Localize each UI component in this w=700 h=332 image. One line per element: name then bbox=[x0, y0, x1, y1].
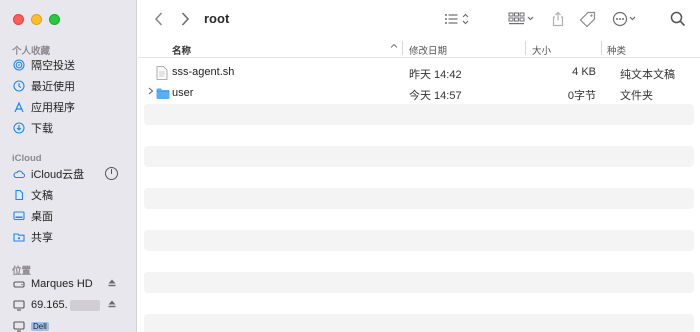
folder-title: root bbox=[204, 11, 230, 26]
sort-chevron-up-icon[interactable] bbox=[390, 42, 398, 53]
column-kind[interactable]: 种类 bbox=[607, 43, 626, 57]
sidebar-item-label: iCloud云盘 bbox=[31, 169, 85, 181]
shared-folder-icon bbox=[12, 231, 25, 244]
column-header: 名称 修改日期 大小 种类 bbox=[138, 38, 700, 58]
toolbar: root bbox=[138, 0, 700, 38]
sidebar-item-icloud-drive[interactable]: iCloud云盘 bbox=[12, 164, 130, 184]
sidebar-item-documents[interactable]: 文稿 bbox=[12, 185, 130, 205]
text-file-icon bbox=[156, 66, 168, 83]
file-list: sss-agent.sh 昨天 14:42 4 KB 纯文本文稿 user 今天… bbox=[138, 62, 700, 332]
sidebar-item-label: 最近使用 bbox=[31, 81, 75, 93]
dell-label: Dell bbox=[31, 321, 49, 331]
empty-row bbox=[138, 167, 700, 188]
forward-icon[interactable] bbox=[180, 11, 190, 27]
sidebar-item-desktop[interactable]: 桌面 bbox=[12, 206, 130, 226]
back-icon[interactable] bbox=[154, 11, 164, 27]
sidebar-item-dell[interactable]: Dell bbox=[12, 316, 130, 332]
empty-row bbox=[138, 293, 700, 314]
sidebar-item-label: 69.165. bbox=[31, 299, 68, 311]
folder-row[interactable]: user 今天 14:57 0字节 文件夹 bbox=[144, 83, 694, 104]
finder-window: 个人收藏 隔空投送 最近使用 应用程序 下载 iCloud iCloud云盘 文… bbox=[0, 0, 700, 332]
file-date: 昨天 14:42 bbox=[409, 69, 462, 81]
cloud-icon bbox=[12, 168, 25, 181]
display-icon bbox=[12, 320, 25, 332]
document-icon bbox=[12, 189, 25, 202]
group-by-icon[interactable] bbox=[508, 11, 536, 27]
file-kind: 文件夹 bbox=[620, 90, 653, 102]
sidebar: 个人收藏 隔空投送 最近使用 应用程序 下载 iCloud iCloud云盘 文… bbox=[0, 0, 137, 332]
empty-row bbox=[138, 209, 700, 230]
zoom-button[interactable] bbox=[49, 14, 60, 25]
column-size[interactable]: 大小 bbox=[532, 43, 551, 57]
window-controls bbox=[13, 14, 60, 25]
eject-icon[interactable] bbox=[108, 299, 116, 311]
network-display-icon bbox=[12, 299, 25, 312]
empty-row bbox=[138, 251, 700, 272]
sidebar-item-downloads[interactable]: 下载 bbox=[12, 118, 130, 138]
airdrop-icon bbox=[12, 59, 25, 72]
more-actions-icon[interactable] bbox=[612, 11, 640, 27]
sidebar-item-recents[interactable]: 最近使用 bbox=[12, 76, 130, 96]
icloud-sync-status-icon bbox=[105, 167, 118, 180]
sidebar-item-label: Marques HD bbox=[31, 278, 93, 290]
search-icon[interactable] bbox=[670, 11, 686, 27]
sidebar-item-label: 共享 bbox=[31, 232, 53, 244]
sidebar-item-label: 文稿 bbox=[31, 190, 53, 202]
column-divider[interactable] bbox=[601, 41, 602, 55]
file-size: 4 KB bbox=[572, 66, 596, 78]
file-size: 0字节 bbox=[567, 90, 596, 102]
redacted-text bbox=[69, 299, 100, 311]
main-content: root 名称 修改日期 大小 种类 sss-agent.sh 昨天 14:42… bbox=[138, 0, 700, 332]
empty-row bbox=[144, 104, 694, 125]
applications-icon bbox=[12, 101, 25, 114]
minimize-button[interactable] bbox=[31, 14, 42, 25]
folder-icon bbox=[156, 88, 170, 102]
sidebar-item-label: 下载 bbox=[31, 123, 53, 135]
sidebar-item-shared[interactable]: 共享 bbox=[12, 227, 130, 247]
empty-row bbox=[144, 146, 694, 167]
sidebar-item-label: 桌面 bbox=[31, 211, 53, 223]
sidebar-item-applications[interactable]: 应用程序 bbox=[12, 97, 130, 117]
tag-icon[interactable] bbox=[579, 11, 597, 27]
eject-icon[interactable] bbox=[108, 278, 116, 290]
file-name: sss-agent.sh bbox=[172, 66, 235, 78]
empty-row bbox=[144, 314, 694, 332]
sidebar-item-label: 应用程序 bbox=[31, 102, 75, 114]
list-view-icon[interactable] bbox=[444, 11, 472, 27]
column-name[interactable]: 名称 bbox=[172, 43, 191, 57]
download-icon bbox=[12, 122, 25, 135]
file-date: 今天 14:57 bbox=[409, 90, 462, 102]
close-button[interactable] bbox=[13, 14, 24, 25]
empty-row bbox=[144, 230, 694, 251]
file-kind: 纯文本文稿 bbox=[620, 69, 675, 81]
empty-row bbox=[144, 272, 694, 293]
empty-row bbox=[138, 125, 700, 146]
sidebar-item-airdrop[interactable]: 隔空投送 bbox=[12, 55, 130, 75]
disclosure-triangle-icon[interactable] bbox=[148, 87, 154, 97]
sidebar-item-marques-hd[interactable]: Marques HD bbox=[12, 274, 130, 294]
clock-icon bbox=[12, 80, 25, 93]
column-divider[interactable] bbox=[525, 41, 526, 55]
file-name: user bbox=[172, 87, 194, 99]
share-icon[interactable] bbox=[550, 11, 566, 27]
empty-row bbox=[144, 188, 694, 209]
drive-icon bbox=[12, 278, 25, 291]
sidebar-item-network-display[interactable]: 69.165. bbox=[12, 295, 130, 315]
sidebar-item-label: 隔空投送 bbox=[31, 60, 75, 72]
desktop-icon bbox=[12, 210, 25, 223]
icloud-section-title: iCloud bbox=[12, 153, 42, 164]
column-divider[interactable] bbox=[402, 41, 403, 55]
file-row[interactable]: sss-agent.sh 昨天 14:42 4 KB 纯文本文稿 bbox=[144, 62, 694, 83]
column-date-modified[interactable]: 修改日期 bbox=[409, 43, 447, 57]
